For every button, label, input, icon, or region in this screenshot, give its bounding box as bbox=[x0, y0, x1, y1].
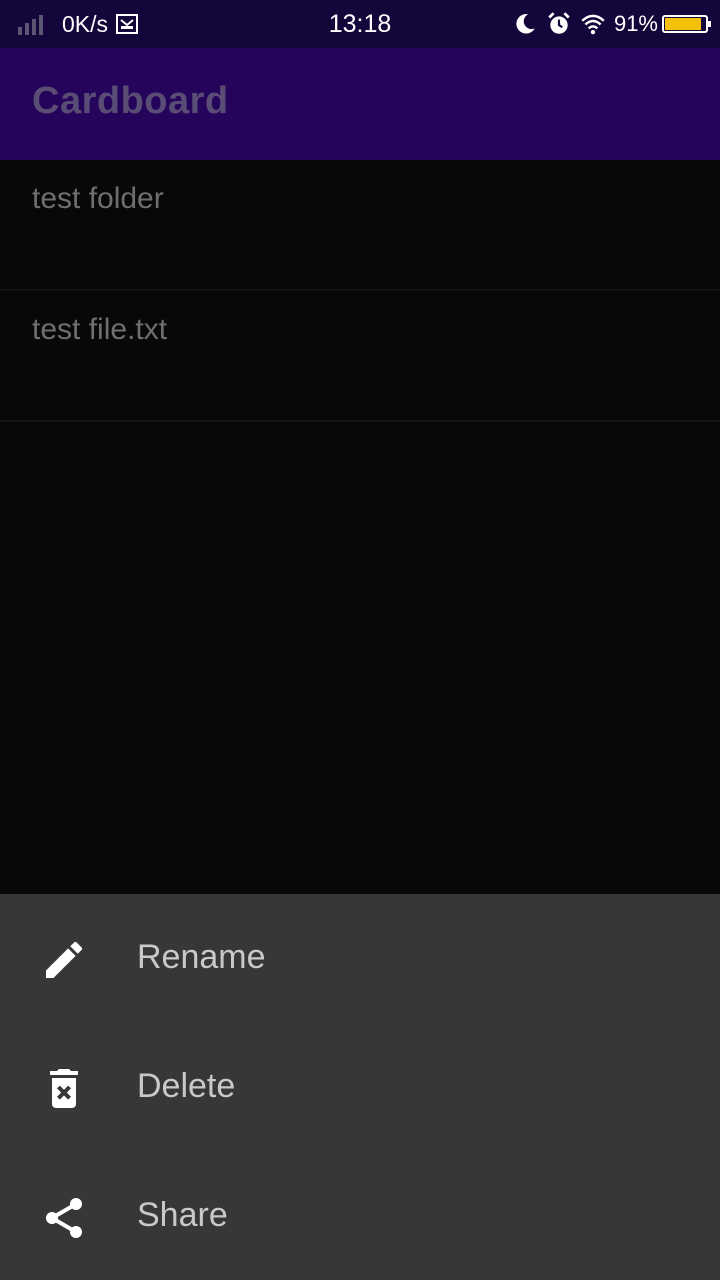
battery-cap bbox=[708, 21, 711, 27]
list-item-folder[interactable]: test folder bbox=[0, 160, 720, 291]
file-list: test folder test file.txt bbox=[0, 160, 720, 422]
delete-option[interactable]: Delete bbox=[0, 1023, 720, 1152]
list-item-label: test folder bbox=[32, 182, 164, 215]
status-bar: 0K/s 13:18 91% bbox=[0, 0, 720, 48]
trash-icon bbox=[50, 1069, 78, 1108]
share-option[interactable]: Share bbox=[0, 1152, 720, 1280]
app-title: Cardboard bbox=[32, 80, 229, 122]
share-label: Share bbox=[137, 1196, 228, 1234]
bottom-sheet: Rename Delete Share bbox=[0, 894, 720, 1280]
wifi-icon bbox=[581, 14, 605, 35]
delete-label: Delete bbox=[137, 1067, 236, 1105]
screen: 0K/s 13:18 91% Cardboard test folder tes… bbox=[0, 0, 720, 1280]
list-item-label: test file.txt bbox=[32, 313, 168, 346]
list-item-file[interactable]: test file.txt bbox=[0, 291, 720, 422]
battery-icon bbox=[662, 15, 711, 33]
rename-label: Rename bbox=[137, 938, 266, 976]
app-bar: Cardboard bbox=[0, 48, 720, 160]
moon-icon bbox=[516, 14, 535, 34]
battery-fill bbox=[665, 18, 702, 30]
share-icon bbox=[46, 1198, 82, 1238]
rename-option[interactable]: Rename bbox=[0, 894, 720, 1023]
status-right: 91% bbox=[504, 0, 711, 48]
alarm-icon bbox=[548, 12, 570, 34]
pencil-icon bbox=[46, 941, 83, 978]
battery-percent: 91% bbox=[613, 11, 658, 36]
